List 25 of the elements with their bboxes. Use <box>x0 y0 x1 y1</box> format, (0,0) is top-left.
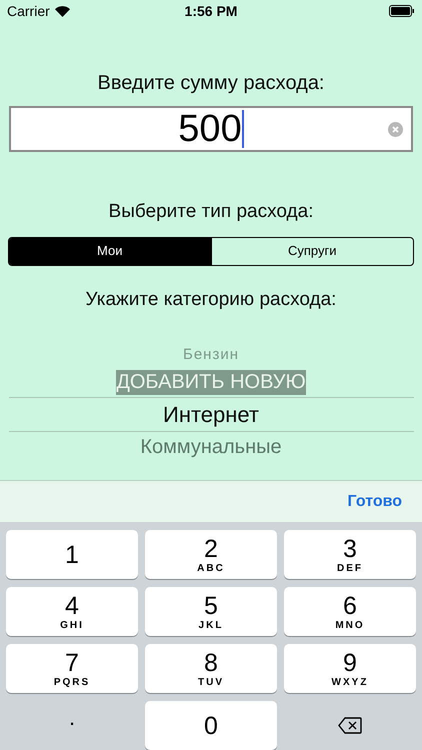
carrier-label: Carrier <box>7 2 50 20</box>
wifi-icon <box>54 6 70 16</box>
keyboard-key[interactable]: 3 DEF <box>284 530 416 579</box>
amount-field[interactable]: 500 <box>9 106 413 152</box>
amount-label: Введите сумму расхода: <box>98 71 324 96</box>
segment-tab[interactable]: Супруги <box>210 238 413 264</box>
done-button[interactable]: Готово <box>348 490 402 514</box>
decimal-key[interactable]: . <box>6 701 138 750</box>
keyboard-key[interactable]: 4 GHI <box>6 587 138 636</box>
segment-tab[interactable]: Мои <box>9 238 210 264</box>
keyboard-key[interactable]: 2 ABC <box>145 530 277 579</box>
keyboard-key[interactable]: 0 <box>145 701 277 750</box>
category-label: Укажите категорию расхода: <box>86 288 336 312</box>
keyboard-key[interactable]: 7 PQRS <box>6 644 138 693</box>
keyboard-key[interactable]: 1 <box>6 530 138 579</box>
keyboard-key[interactable]: 5 JKL <box>145 587 277 636</box>
keyboard-key[interactable]: 8 TUV <box>145 644 277 693</box>
battery-icon <box>388 5 415 17</box>
keyboard-key[interactable]: 9 WXYZ <box>284 644 416 693</box>
picker-item[interactable]: Коммунальные <box>140 434 282 460</box>
picker-item[interactable]: Интернет <box>163 400 259 428</box>
status-time: 1:56 PM <box>184 2 238 20</box>
backspace-icon[interactable] <box>338 717 362 734</box>
type-label: Выберите тип расхода: <box>108 200 314 224</box>
keyboard-key[interactable]: 6 MNO <box>284 587 416 636</box>
